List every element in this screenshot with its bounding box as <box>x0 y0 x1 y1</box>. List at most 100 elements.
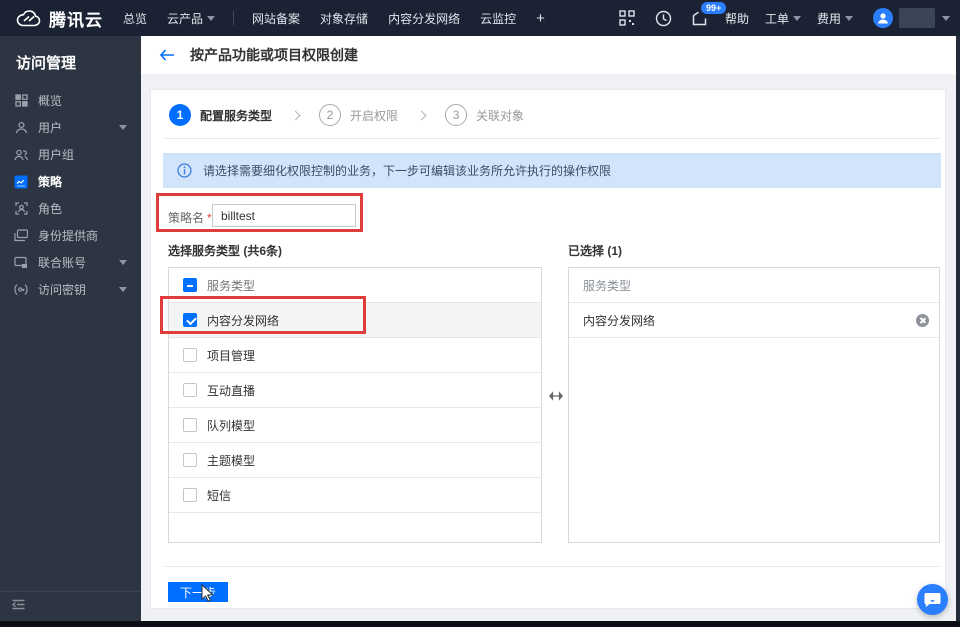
sidebar-title: 访问管理 <box>16 55 77 72</box>
list-item-topic-model[interactable]: 主题模型 <box>169 443 541 478</box>
identity-provider-icon <box>14 229 28 243</box>
list-item-interactive-live[interactable]: 互动直播 <box>169 373 541 408</box>
account-name-redacted[interactable] <box>899 8 935 28</box>
cloud-logo-icon <box>16 9 41 26</box>
info-icon <box>177 163 192 178</box>
sidebar-item-overview[interactable]: 概览 <box>0 87 141 114</box>
topbar: 腾讯云 总览 云产品 网站备案 对象存储 内容分发网络 云监控 + 99+ 帮助… <box>0 0 960 36</box>
console-window: 腾讯云 总览 云产品 网站备案 对象存储 内容分发网络 云监控 + 99+ 帮助… <box>0 0 960 627</box>
topic-model-checkbox[interactable] <box>183 453 197 467</box>
selected-listbox: 服务类型 内容分发网络 <box>568 267 940 543</box>
page-header: 按产品功能或项目权限创建 <box>141 36 956 74</box>
info-banner: 请选择需要细化权限控制的业务，下一步可编辑该业务所允许执行的操作权限 <box>163 153 941 188</box>
queue-model-checkbox[interactable] <box>183 418 197 432</box>
interactive-live-checkbox[interactable] <box>183 383 197 397</box>
back-button[interactable] <box>159 49 175 61</box>
select-all-row[interactable]: 服务类型 <box>169 268 541 303</box>
step-2-enable-permissions: 2 开启权限 <box>319 104 398 126</box>
next-step-button[interactable]: 下一步 <box>168 582 228 602</box>
help-link[interactable]: 帮助 <box>725 10 749 27</box>
users-icon <box>14 148 28 162</box>
list-item-sms[interactable]: 短信 <box>169 478 541 513</box>
qr-scan-icon[interactable] <box>619 10 635 26</box>
tencent-cloud-logo[interactable]: 腾讯云 <box>16 6 103 31</box>
step-3-associate-objects: 3 关联对象 <box>445 104 524 126</box>
window-bottom-border <box>0 621 960 627</box>
notification-badge: 99+ <box>700 1 727 14</box>
sidebar-footer-divider <box>0 591 141 592</box>
step-separator-icon <box>416 110 427 120</box>
sidebar-item-user-groups[interactable]: 用户组 <box>0 141 141 168</box>
list-item-cdn[interactable]: 内容分发网络 <box>169 303 541 338</box>
service-type-list-title: 选择服务类型 (共6条) <box>168 244 283 258</box>
sidebar-item-roles[interactable]: 角色 <box>0 195 141 222</box>
policy-icon <box>14 175 28 189</box>
chat-bubble-icon <box>924 593 941 607</box>
policy-name-label: 策略名 * <box>168 211 212 225</box>
user-icon <box>14 121 28 135</box>
topbar-tab-object-storage[interactable]: 对象存储 <box>310 0 378 36</box>
chevron-down-icon <box>119 260 127 265</box>
remove-icon[interactable] <box>916 314 929 327</box>
steps-divider <box>165 138 940 139</box>
topbar-nav-cloud-products[interactable]: 云产品 <box>157 0 225 36</box>
grid-icon <box>14 94 28 108</box>
role-icon <box>14 202 28 216</box>
selected-item-cdn: 内容分发网络 <box>569 303 939 338</box>
billing-menu[interactable]: 费用 <box>817 10 853 27</box>
step-1-configure-service-type: 1 配置服务类型 <box>169 104 272 126</box>
back-arrow-icon <box>159 49 174 61</box>
topbar-nav-overview[interactable]: 总览 <box>113 0 157 36</box>
step-1-circle: 1 <box>169 104 191 126</box>
person-icon <box>878 13 888 24</box>
user-avatar[interactable] <box>873 8 893 28</box>
topbar-tab-cdn[interactable]: 内容分发网络 <box>378 0 470 36</box>
required-mark: * <box>207 211 212 225</box>
step-indicator: 1 配置服务类型 2 开启权限 3 关联对象 <box>169 100 524 130</box>
step-separator-icon <box>290 110 301 120</box>
selected-header-row: 服务类型 <box>569 268 939 303</box>
swap-arrows-icon <box>548 390 564 404</box>
clock-icon[interactable] <box>655 10 672 27</box>
sidebar-item-users[interactable]: 用户 <box>0 114 141 141</box>
brand-text: 腾讯云 <box>49 10 103 30</box>
page-title: 按产品功能或项目权限创建 <box>190 47 358 63</box>
sidebar-item-federated-accounts[interactable]: 联合账号 <box>0 249 141 276</box>
sidebar-item-access-keys[interactable]: 访问密钥 <box>0 276 141 303</box>
sidebar-item-policies[interactable]: 策略 <box>0 168 141 195</box>
select-all-checkbox[interactable] <box>183 278 197 292</box>
access-key-icon <box>14 283 28 297</box>
sms-checkbox[interactable] <box>183 488 197 502</box>
step-3-circle: 3 <box>445 104 468 126</box>
topbar-tab-cloud-monitor[interactable]: 云监控 <box>470 0 526 36</box>
list-item-queue-model[interactable]: 队列模型 <box>169 408 541 443</box>
info-banner-text: 请选择需要细化权限控制的业务，下一步可编辑该业务所允许执行的操作权限 <box>203 164 612 178</box>
chevron-down-icon <box>207 15 216 21</box>
project-management-checkbox[interactable] <box>183 348 197 362</box>
account-chevron-down-icon[interactable] <box>942 15 950 21</box>
sidebar: 访问管理 概览 用户 用户组 策略 角色 身份提供商 联合账号 访问密钥 <box>0 36 141 621</box>
topbar-tab-website-icp[interactable]: 网站备案 <box>242 0 310 36</box>
chevron-down-icon <box>792 15 801 21</box>
card-footer-divider <box>165 566 939 567</box>
cdn-checkbox[interactable] <box>183 313 197 327</box>
chevron-down-icon <box>119 287 127 292</box>
main-content: 按产品功能或项目权限创建 1 配置服务类型 2 开启权限 3 关联对象 请选择需… <box>141 36 956 621</box>
chevron-down-icon <box>845 15 853 21</box>
message-center-icon[interactable]: 99+ <box>692 1 727 26</box>
topbar-divider <box>233 11 235 25</box>
chevron-down-icon <box>119 125 127 130</box>
window-right-border <box>956 36 960 621</box>
chat-support-button[interactable] <box>917 584 948 615</box>
policy-name-input[interactable] <box>212 204 356 227</box>
list-item-project-management[interactable]: 项目管理 <box>169 338 541 373</box>
sidebar-item-identity-providers[interactable]: 身份提供商 <box>0 222 141 249</box>
selected-list-title: 已选择 (1) <box>568 244 623 258</box>
collapse-sidebar-icon[interactable] <box>11 599 25 613</box>
create-policy-card: 1 配置服务类型 2 开启权限 3 关联对象 请选择需要细化权限控制的业务，下一… <box>151 90 945 608</box>
add-tab-button[interactable]: + <box>526 10 555 27</box>
ticket-menu[interactable]: 工单 <box>765 10 801 27</box>
step-2-circle: 2 <box>319 104 342 126</box>
service-type-listbox: 服务类型 内容分发网络 项目管理 互动直播 队列模型 主题模型 短信 <box>168 267 542 543</box>
federated-account-icon <box>14 256 28 270</box>
